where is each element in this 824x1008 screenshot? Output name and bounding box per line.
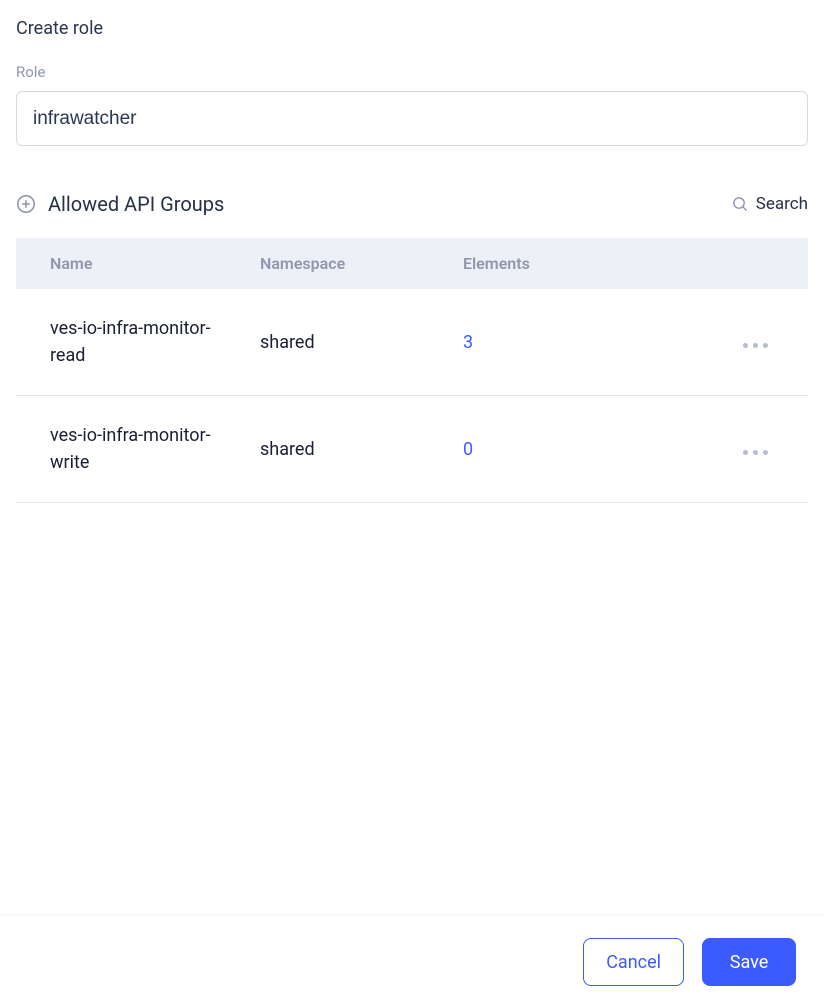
column-header-elements: Elements <box>458 238 658 289</box>
column-header-actions <box>658 238 808 289</box>
footer: Cancel Save <box>0 915 824 1008</box>
cancel-button[interactable]: Cancel <box>583 938 684 986</box>
page-title: Create role <box>16 18 808 39</box>
api-groups-table: Name Namespace Elements ves-io-infra-mon… <box>16 238 808 503</box>
role-input[interactable] <box>16 91 808 146</box>
more-icon[interactable] <box>743 450 768 455</box>
search-button[interactable]: Search <box>732 194 808 214</box>
cell-namespace: shared <box>240 396 458 503</box>
more-icon[interactable] <box>743 343 768 348</box>
cell-namespace: shared <box>240 289 458 396</box>
cell-name: ves-io-infra-monitor-read <box>16 289 240 396</box>
cell-name: ves-io-infra-monitor-write <box>16 396 240 503</box>
add-circle-icon[interactable] <box>16 194 36 214</box>
table-row: ves-io-infra-monitor-read shared 3 <box>16 289 808 396</box>
column-header-namespace: Namespace <box>240 238 458 289</box>
table-row: ves-io-infra-monitor-write shared 0 <box>16 396 808 503</box>
api-groups-title: Allowed API Groups <box>48 192 224 216</box>
save-button[interactable]: Save <box>702 938 796 986</box>
role-field-label: Role <box>16 63 808 81</box>
column-header-name: Name <box>16 238 240 289</box>
search-label: Search <box>756 194 808 214</box>
cell-elements[interactable]: 0 <box>458 396 658 503</box>
search-icon <box>732 196 748 212</box>
cell-elements[interactable]: 3 <box>458 289 658 396</box>
